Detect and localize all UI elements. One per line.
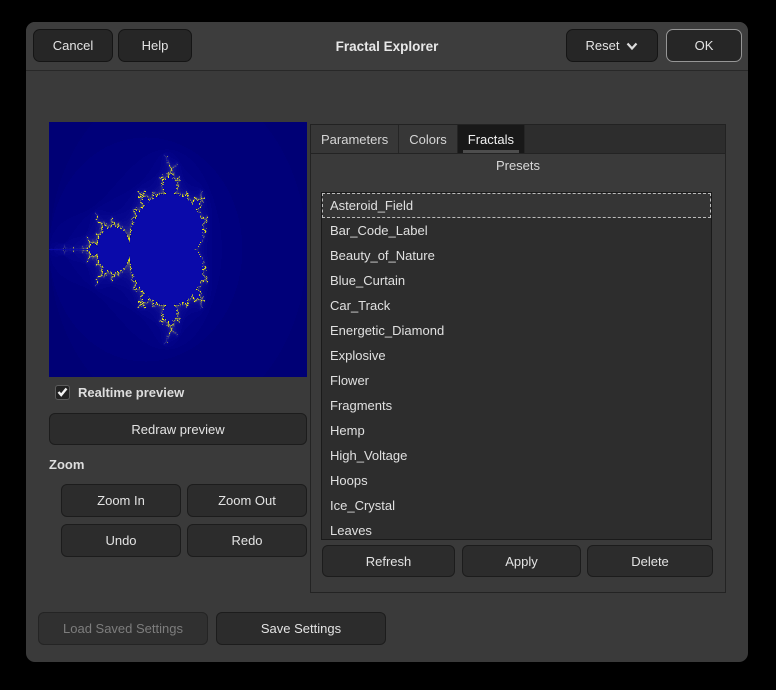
redraw-preview-button[interactable]: Redraw preview xyxy=(49,413,307,445)
realtime-preview-row: Realtime preview xyxy=(55,383,184,401)
preset-list-item[interactable]: High_Voltage xyxy=(322,443,711,468)
reset-button[interactable]: Reset xyxy=(566,29,658,62)
preset-list-item[interactable]: Car_Track xyxy=(322,293,711,318)
chevron-down-icon xyxy=(626,42,638,50)
notebook-tabbar: ParametersColorsFractals xyxy=(310,124,726,153)
fractal-preview[interactable] xyxy=(49,122,307,377)
preset-list-item[interactable]: Flower xyxy=(322,368,711,393)
fractal-explorer-dialog: Cancel Help Fractal Explorer Reset OK Re… xyxy=(26,22,748,662)
presets-heading: Presets xyxy=(310,158,726,173)
preset-list[interactable]: Asteroid_FieldBar_Code_LabelBeauty_of_Na… xyxy=(321,192,712,540)
zoom-section-label: Zoom xyxy=(49,457,84,472)
save-settings-button[interactable]: Save Settings xyxy=(216,612,386,645)
zoom-out-button[interactable]: Zoom Out xyxy=(187,484,307,517)
reset-button-label: Reset xyxy=(586,38,620,53)
screen: { "window": { "title": "Fractal Explorer… xyxy=(0,0,776,690)
titlebar: Cancel Help Fractal Explorer Reset OK xyxy=(26,22,748,71)
preset-list-item[interactable]: Leaves xyxy=(322,518,711,540)
preset-list-item[interactable]: Energetic_Diamond xyxy=(322,318,711,343)
preset-list-item[interactable]: Asteroid_Field xyxy=(322,193,711,218)
preset-list-item[interactable]: Bar_Code_Label xyxy=(322,218,711,243)
preset-list-item[interactable]: Beauty_of_Nature xyxy=(322,243,711,268)
tab-parameters[interactable]: Parameters xyxy=(311,125,399,153)
fractal-preview-canvas[interactable] xyxy=(49,122,307,377)
cancel-button[interactable]: Cancel xyxy=(33,29,113,62)
delete-button[interactable]: Delete xyxy=(587,545,713,577)
zoom-in-button[interactable]: Zoom In xyxy=(61,484,181,517)
tab-colors[interactable]: Colors xyxy=(399,125,458,153)
check-icon xyxy=(57,385,68,400)
preset-list-item[interactable]: Hoops xyxy=(322,468,711,493)
realtime-preview-label[interactable]: Realtime preview xyxy=(78,385,184,400)
ok-button[interactable]: OK xyxy=(666,29,742,62)
preset-list-item[interactable]: Ice_Crystal xyxy=(322,493,711,518)
preset-list-item[interactable]: Explosive xyxy=(322,343,711,368)
preset-list-item[interactable]: Blue_Curtain xyxy=(322,268,711,293)
preset-list-item[interactable]: Fragments xyxy=(322,393,711,418)
help-button[interactable]: Help xyxy=(118,29,192,62)
realtime-preview-checkbox[interactable] xyxy=(55,385,70,400)
apply-button[interactable]: Apply xyxy=(462,545,581,577)
load-saved-settings-button: Load Saved Settings xyxy=(38,612,208,645)
tab-fractals[interactable]: Fractals xyxy=(458,125,525,153)
preset-list-item[interactable]: Hemp xyxy=(322,418,711,443)
refresh-button[interactable]: Refresh xyxy=(322,545,455,577)
undo-button[interactable]: Undo xyxy=(61,524,181,557)
redo-button[interactable]: Redo xyxy=(187,524,307,557)
